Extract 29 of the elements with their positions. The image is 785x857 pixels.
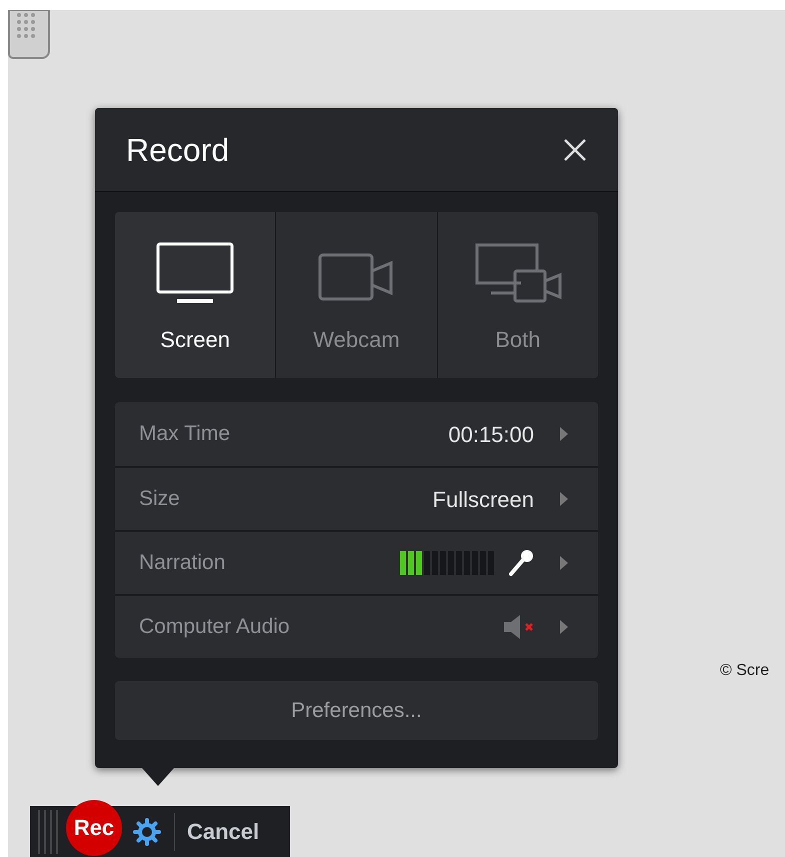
settings-row[interactable]: Computer Audio	[115, 594, 598, 658]
chevron-right-icon	[560, 427, 568, 441]
setting-value: 00:15:00	[448, 420, 534, 448]
chevron-right-icon	[560, 492, 568, 506]
microphone-icon[interactable]	[508, 549, 534, 577]
setting-label: Size	[139, 486, 181, 512]
record-button[interactable]: Rec	[66, 800, 122, 856]
setting-value: Fullscreen	[432, 486, 534, 514]
keypad-icon[interactable]	[8, 10, 50, 60]
cancel-button[interactable]: Cancel	[187, 815, 260, 848]
settings-icon[interactable]	[132, 816, 162, 846]
mode-tab[interactable]: Screen	[115, 212, 276, 378]
settings-row[interactable]: Narration	[115, 530, 598, 594]
copyright-text: © Scre	[720, 661, 770, 681]
dialog-title: Record	[126, 130, 230, 170]
setting-label: Narration	[139, 550, 226, 576]
mode-tab[interactable]: Both	[436, 212, 598, 378]
preferences-button[interactable]: Preferences...	[115, 681, 598, 740]
chevron-right-icon	[560, 556, 568, 570]
monitor-and-camera-icon	[472, 241, 563, 305]
speaker-icon[interactable]	[504, 615, 534, 639]
drag-handle-icon[interactable]	[36, 810, 58, 854]
settings-row[interactable]: Max Time 00:15:00	[115, 402, 598, 466]
close-icon[interactable]	[563, 138, 587, 162]
setting-label: Max Time	[139, 421, 232, 448]
setting-label: Computer Audio	[139, 614, 291, 640]
settings-row[interactable]: Size Fullscreen	[115, 466, 598, 530]
monitor-icon	[155, 241, 236, 305]
chevron-right-icon	[560, 620, 568, 634]
